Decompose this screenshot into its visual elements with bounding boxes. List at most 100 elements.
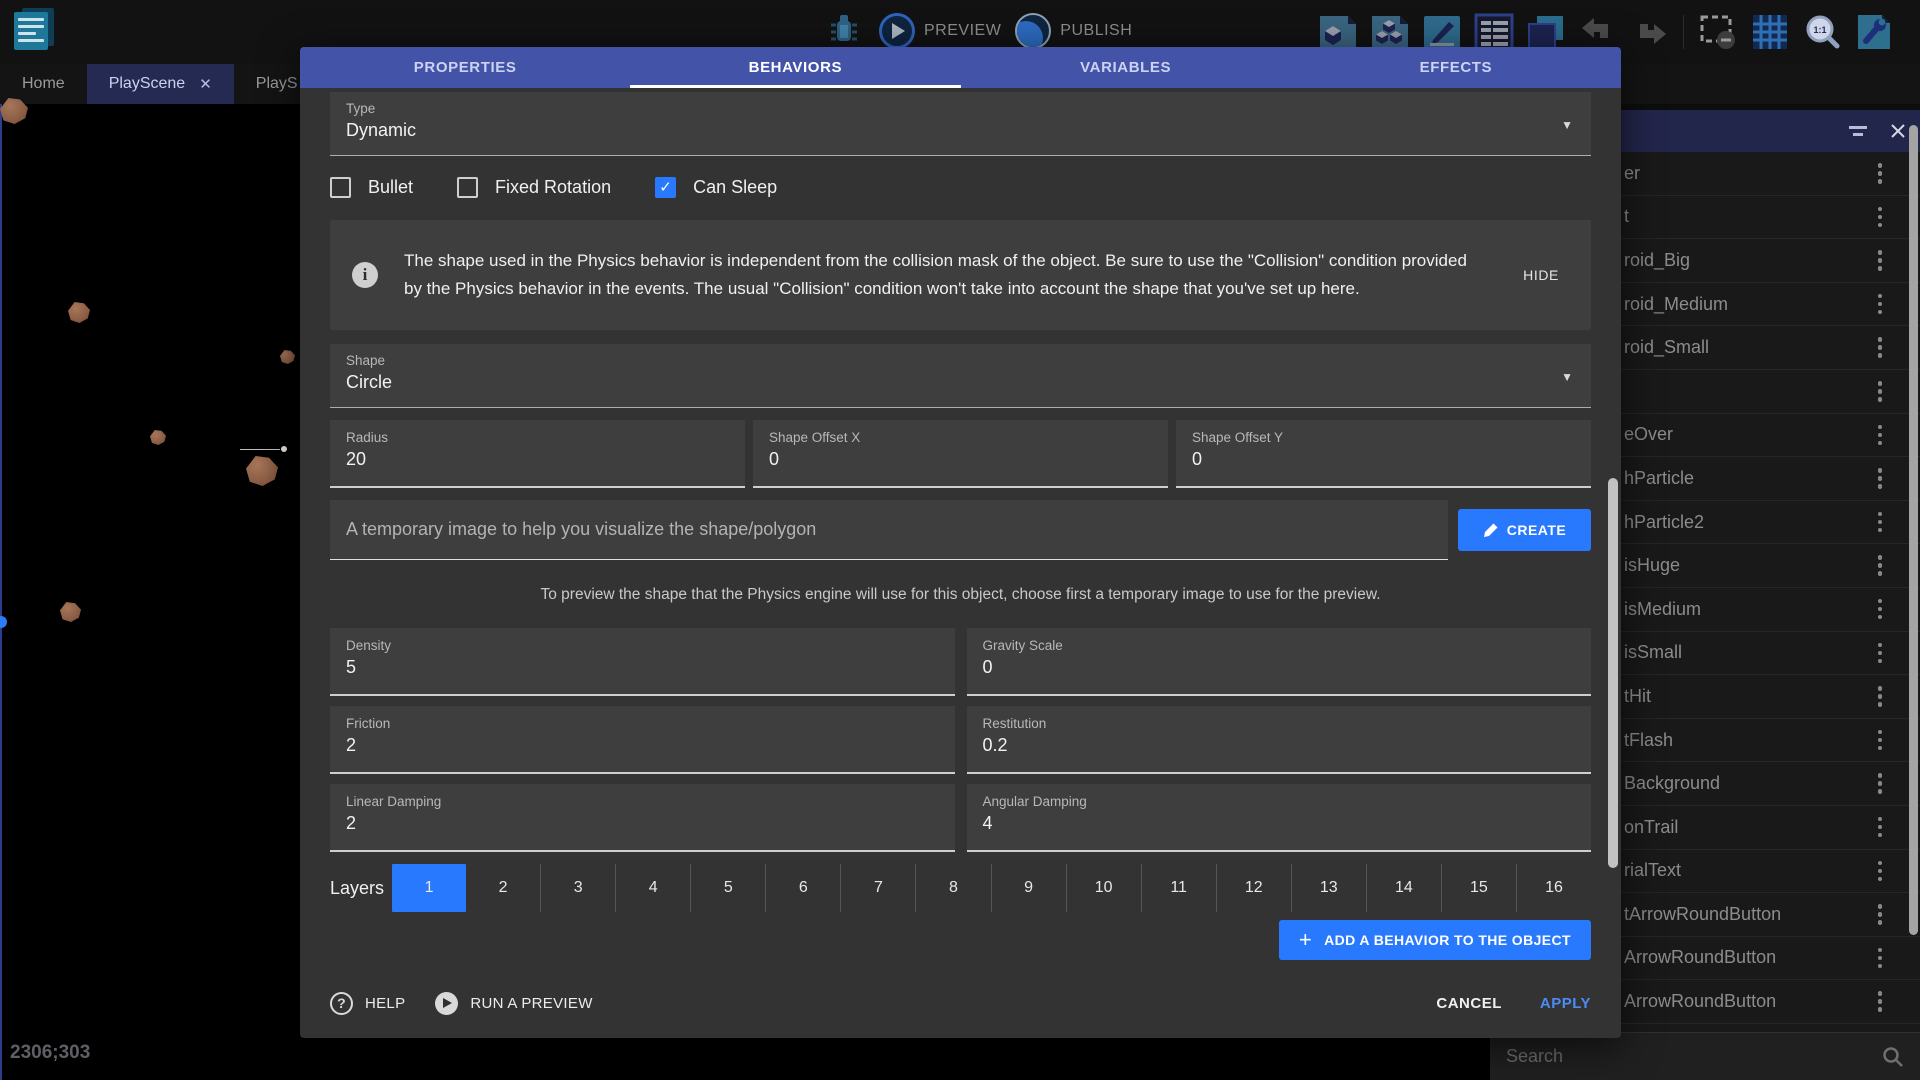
numeric-field[interactable]: Gravity Scale 0 (967, 628, 1592, 696)
run-preview-button[interactable]: RUN A PREVIEW (435, 992, 592, 1015)
close-panel-icon[interactable] (1890, 123, 1906, 139)
numeric-field[interactable]: Linear Damping 2 (330, 784, 955, 852)
object-name: roid_Small (1624, 337, 1878, 358)
object-menu-icon[interactable] (1878, 468, 1883, 489)
object-menu-icon[interactable] (1878, 730, 1883, 751)
object-menu-icon[interactable] (1878, 207, 1883, 228)
asteroid-sprite[interactable] (150, 430, 166, 445)
zoom-1-1-icon[interactable]: 1:1 (1800, 11, 1843, 53)
checkbox-box-icon[interactable]: ✓ (330, 177, 351, 198)
layer-cell[interactable]: 8 (915, 864, 990, 912)
shape-select[interactable]: Shape Circle ▼ (330, 344, 1591, 408)
dialog-tab[interactable]: EFFECTS (1291, 47, 1621, 88)
objects-search-bar (1490, 1032, 1920, 1080)
layer-cell[interactable]: 4 (615, 864, 690, 912)
object-menu-icon[interactable] (1878, 948, 1883, 969)
physics-checkbox[interactable]: ✓ Can Sleep (655, 177, 777, 198)
object-menu-icon[interactable] (1878, 599, 1883, 620)
project-settings-icon[interactable] (1852, 11, 1895, 53)
add-behavior-button[interactable]: + ADD A BEHAVIOR TO THE OBJECT (1279, 920, 1591, 960)
help-button[interactable]: ? HELP (330, 992, 405, 1015)
publish-label: PUBLISH (1060, 22, 1132, 40)
object-menu-icon[interactable] (1878, 381, 1883, 402)
layer-cell[interactable]: 11 (1141, 864, 1216, 912)
layer-cell[interactable]: 14 (1366, 864, 1441, 912)
cursor-coordinates: 2306;303 (10, 1042, 90, 1064)
object-menu-icon[interactable] (1878, 250, 1883, 271)
dialog-tab[interactable]: BEHAVIORS (630, 47, 960, 88)
object-menu-icon[interactable] (1878, 643, 1883, 664)
redo-icon[interactable] (1628, 11, 1671, 53)
debug-icon[interactable] (822, 10, 865, 52)
layer-cell[interactable]: 15 (1441, 864, 1516, 912)
object-name: ArrowRoundButton (1624, 991, 1878, 1012)
object-menu-icon[interactable] (1878, 555, 1883, 576)
object-menu-icon[interactable] (1878, 991, 1883, 1012)
layer-cell[interactable]: 3 (540, 864, 615, 912)
cancel-button[interactable]: CANCEL (1436, 995, 1502, 1012)
object-menu-icon[interactable] (1878, 337, 1883, 358)
layer-cell[interactable]: 12 (1216, 864, 1291, 912)
checkbox-box-icon[interactable]: ✓ (655, 177, 676, 198)
dialog-tab[interactable]: PROPERTIES (300, 47, 630, 88)
mask-selection-icon[interactable] (1696, 11, 1739, 53)
temp-image-input[interactable]: A temporary image to help you visualize … (330, 500, 1448, 560)
physics-checkbox[interactable]: ✓ Bullet (330, 177, 413, 198)
numeric-field[interactable]: Restitution 0.2 (967, 706, 1592, 774)
type-select[interactable]: Type Dynamic ▼ (330, 92, 1591, 156)
layer-cell[interactable]: 6 (765, 864, 840, 912)
object-menu-icon[interactable] (1878, 817, 1883, 838)
hide-button[interactable]: HIDE (1513, 259, 1569, 291)
asteroid-sprite[interactable] (246, 456, 278, 486)
app-menu-icon[interactable] (14, 6, 56, 50)
physics-checkbox[interactable]: ✓ Fixed Rotation (457, 177, 611, 198)
checkbox-box-icon[interactable]: ✓ (457, 177, 478, 198)
object-menu-icon[interactable] (1878, 861, 1883, 882)
numeric-field[interactable]: Density 5 (330, 628, 955, 696)
object-menu-icon[interactable] (1878, 686, 1883, 707)
object-menu-icon[interactable] (1878, 773, 1883, 794)
create-button[interactable]: CREATE (1458, 509, 1591, 551)
shape-param-field[interactable]: Radius 20 (330, 420, 745, 488)
origin-point[interactable] (0, 616, 7, 628)
layer-cell[interactable]: 9 (991, 864, 1066, 912)
dialog-scrollbar[interactable] (1608, 478, 1618, 868)
layer-cell[interactable]: 13 (1291, 864, 1366, 912)
preview-label: PREVIEW (924, 22, 1001, 40)
object-menu-icon[interactable] (1878, 425, 1883, 446)
layer-cell[interactable]: 10 (1066, 864, 1141, 912)
layer-cell[interactable]: 16 (1516, 864, 1591, 912)
layer-cell[interactable]: 2 (466, 864, 540, 912)
object-menu-icon[interactable] (1878, 163, 1883, 184)
layer-cell[interactable]: 7 (840, 864, 915, 912)
dialog-tab[interactable]: VARIABLES (961, 47, 1291, 88)
selection-handle[interactable] (281, 446, 287, 452)
brush-icon (1483, 523, 1498, 538)
objects-search-input[interactable] (1506, 1046, 1882, 1067)
tab-home[interactable]: Home (0, 64, 87, 104)
object-menu-icon[interactable] (1878, 294, 1883, 315)
object-name: eOver (1624, 424, 1878, 445)
asteroid-sprite[interactable] (280, 350, 295, 364)
publish-button[interactable]: PUBLISH (1015, 13, 1132, 49)
object-name: isHuge (1624, 555, 1878, 576)
numeric-field[interactable]: Friction 2 (330, 706, 955, 774)
tab-playscene[interactable]: PlayScene ✕ (87, 64, 234, 104)
numeric-field[interactable]: Angular Damping 4 (967, 784, 1592, 852)
grid-icon[interactable] (1748, 11, 1791, 53)
asteroid-sprite[interactable] (68, 302, 90, 323)
tab-close-icon[interactable]: ✕ (199, 75, 212, 93)
asteroid-sprite[interactable] (60, 602, 81, 622)
shape-param-field[interactable]: Shape Offset Y 0 (1176, 420, 1591, 488)
layer-cell[interactable]: 1 (392, 864, 466, 912)
apply-button[interactable]: APPLY (1540, 995, 1591, 1012)
layer-cell[interactable]: 5 (690, 864, 765, 912)
panel-scrollbar[interactable] (1909, 125, 1918, 935)
preview-button[interactable]: PREVIEW (879, 13, 1001, 49)
object-menu-icon[interactable] (1878, 512, 1883, 533)
shape-param-field[interactable]: Shape Offset X 0 (753, 420, 1168, 488)
type-label: Type (346, 101, 1575, 116)
filter-icon[interactable] (1848, 124, 1868, 138)
checkbox-label: Fixed Rotation (495, 177, 611, 198)
object-menu-icon[interactable] (1878, 904, 1883, 925)
